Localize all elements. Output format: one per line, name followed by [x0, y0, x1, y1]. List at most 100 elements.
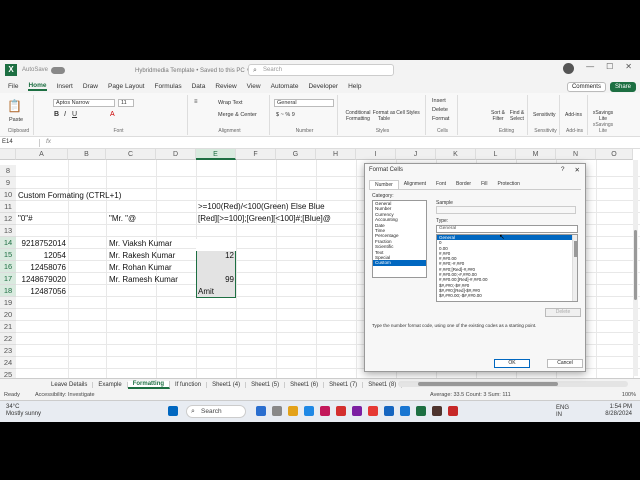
comments-button[interactable]: Comments	[566, 82, 606, 92]
minimize-icon[interactable]: —	[586, 62, 594, 71]
row-header-13[interactable]: 13	[0, 225, 16, 237]
font-color-icon[interactable]: A	[110, 111, 115, 118]
dialog-tab-fill[interactable]: Fill	[476, 180, 492, 189]
vertical-scroll-thumb[interactable]	[634, 230, 637, 300]
zoom-level[interactable]: 100%	[622, 392, 636, 398]
column-header-e[interactable]: E	[196, 149, 236, 160]
column-header-n[interactable]: N	[556, 149, 596, 160]
row-header-19[interactable]: 19	[0, 297, 16, 309]
underline-icon[interactable]: U	[72, 111, 77, 118]
row-header-21[interactable]: 21	[0, 321, 16, 333]
fx-icon[interactable]: fx	[46, 138, 51, 145]
column-header-j[interactable]: J	[396, 149, 436, 160]
menu-view[interactable]: View	[247, 83, 261, 90]
column-header-i[interactable]: I	[356, 149, 396, 160]
conditional-formatting-button[interactable]: Conditional Formatting	[344, 110, 372, 122]
cell-e17[interactable]: 99	[196, 274, 234, 286]
row-header-15[interactable]: 15	[0, 249, 16, 261]
help-icon[interactable]: ?	[561, 166, 565, 174]
language-indicator[interactable]: ENG IN	[556, 405, 569, 419]
align-top-icon[interactable]: ≡	[194, 99, 198, 105]
sheet-tab-sheet1-4-[interactable]: Sheet1 (4)	[207, 381, 247, 388]
row-header-14[interactable]: 14	[0, 237, 16, 249]
cell-a15[interactable]: 12054	[16, 250, 66, 262]
sheet-tab-formatting[interactable]: Formatting	[127, 380, 171, 389]
row-header-8[interactable]: 8	[0, 165, 16, 177]
menu-home[interactable]: Home	[28, 82, 47, 91]
excel-taskbar-icon[interactable]	[416, 406, 426, 416]
column-header-l[interactable]: L	[476, 149, 516, 160]
file-explorer-icon[interactable]	[272, 406, 282, 416]
row-header-10[interactable]: 10	[0, 189, 16, 201]
insert-button[interactable]: Insert	[432, 98, 446, 104]
sheet-tab-leave-details[interactable]: Leave Details	[46, 381, 94, 388]
folder-icon[interactable]	[288, 406, 298, 416]
accessibility-status[interactable]: Accessibility: Investigate	[35, 392, 95, 398]
sheet-tab-sheet1-7-[interactable]: Sheet1 (7)	[324, 381, 364, 388]
share-button[interactable]: Share	[609, 82, 636, 92]
column-header-d[interactable]: D	[156, 149, 196, 160]
clock[interactable]: 1:54 PM 8/28/2024	[605, 404, 632, 418]
menu-developer[interactable]: Developer	[308, 83, 338, 90]
brave-icon[interactable]	[368, 406, 378, 416]
column-header-b[interactable]: B	[68, 149, 106, 160]
cell-e12[interactable]: [Red][>=100];[Green][<100]#;[Blue]@	[198, 213, 331, 225]
name-box[interactable]: E14	[2, 139, 40, 147]
sheet-tab-sheet1-8-[interactable]: Sheet1 (8)	[363, 381, 403, 388]
column-header-a[interactable]: A	[16, 149, 68, 160]
menu-help[interactable]: Help	[348, 83, 361, 90]
menu-automate[interactable]: Automate	[271, 83, 299, 90]
outlook-icon[interactable]	[400, 406, 410, 416]
edge-icon[interactable]	[304, 406, 314, 416]
find-select-button[interactable]: Find & Select	[508, 110, 526, 122]
merge-center-button[interactable]: Merge & Center	[218, 112, 257, 118]
savings-button[interactable]: xSavings Lite	[591, 110, 615, 122]
row-header-23[interactable]: 23	[0, 345, 16, 357]
cell-e15[interactable]: 12	[196, 250, 234, 262]
dialog-tab-number[interactable]: Number	[369, 180, 399, 189]
row-header-9[interactable]: 9	[0, 177, 16, 189]
menu-page-layout[interactable]: Page Layout	[108, 83, 145, 90]
sheet-tab-sheet1-5-[interactable]: Sheet1 (5)	[246, 381, 286, 388]
format-code-list[interactable]: General 0 0.00 #,##0 #,##0.00 #,##0;-#,##0 #,#…	[436, 234, 578, 302]
category-list[interactable]: General Number Currency Accounting Date Time P…	[372, 200, 427, 278]
row-header-17[interactable]: 17	[0, 273, 16, 285]
cell-c16[interactable]: Mr. Rohan Kumar	[109, 262, 172, 274]
cell-a18[interactable]: 12487056	[16, 286, 66, 298]
row-header-24[interactable]: 24	[0, 357, 16, 369]
delete-format-button[interactable]: Delete	[545, 308, 581, 317]
format-button[interactable]: Format	[432, 116, 449, 122]
row-header-18[interactable]: 18	[0, 285, 16, 297]
delete-button[interactable]: Delete	[432, 107, 448, 113]
column-header-g[interactable]: G	[276, 149, 316, 160]
sheet-tab-sheet1-6-[interactable]: Sheet1 (6)	[285, 381, 325, 388]
category-custom[interactable]: Custom	[373, 260, 426, 266]
column-header-k[interactable]: K	[436, 149, 476, 160]
menu-file[interactable]: File	[8, 83, 18, 90]
paste-button[interactable]: Paste	[9, 117, 23, 123]
format-list-scroll-thumb[interactable]	[574, 241, 577, 257]
row-header-16[interactable]: 16	[0, 261, 16, 273]
sheet-tab-if-function[interactable]: If function	[170, 381, 208, 388]
number-format-select[interactable]: General	[274, 99, 334, 107]
windows-start-icon[interactable]	[168, 406, 178, 416]
avatar[interactable]	[563, 63, 574, 74]
row-header-20[interactable]: 20	[0, 309, 16, 321]
app-icon-2[interactable]	[352, 406, 362, 416]
weather-widget[interactable]: 34°C Mostly sunny	[6, 404, 41, 418]
cancel-button[interactable]: Cancel	[547, 359, 583, 368]
maximize-icon[interactable]: ☐	[606, 62, 613, 71]
dialog-close-icon[interactable]: ✕	[575, 166, 580, 174]
word-icon[interactable]	[384, 406, 394, 416]
menu-review[interactable]: Review	[215, 83, 236, 90]
sheet-tab-example[interactable]: Example	[93, 381, 128, 388]
horizontal-scrollbar[interactable]	[398, 381, 628, 387]
row-header-12[interactable]: 12	[0, 213, 16, 225]
sort-filter-button[interactable]: Sort & Filter	[489, 110, 507, 122]
cell-c15[interactable]: Mr. Rakesh Kumar	[109, 250, 175, 262]
type-input[interactable]: General	[436, 225, 578, 233]
vertical-scrollbar[interactable]	[633, 160, 638, 376]
row-header-22[interactable]: 22	[0, 333, 16, 345]
cell-c14[interactable]: Mr. Viaksh Kumar	[109, 238, 172, 250]
currency-icon[interactable]: $ ~ % 9	[276, 112, 295, 118]
